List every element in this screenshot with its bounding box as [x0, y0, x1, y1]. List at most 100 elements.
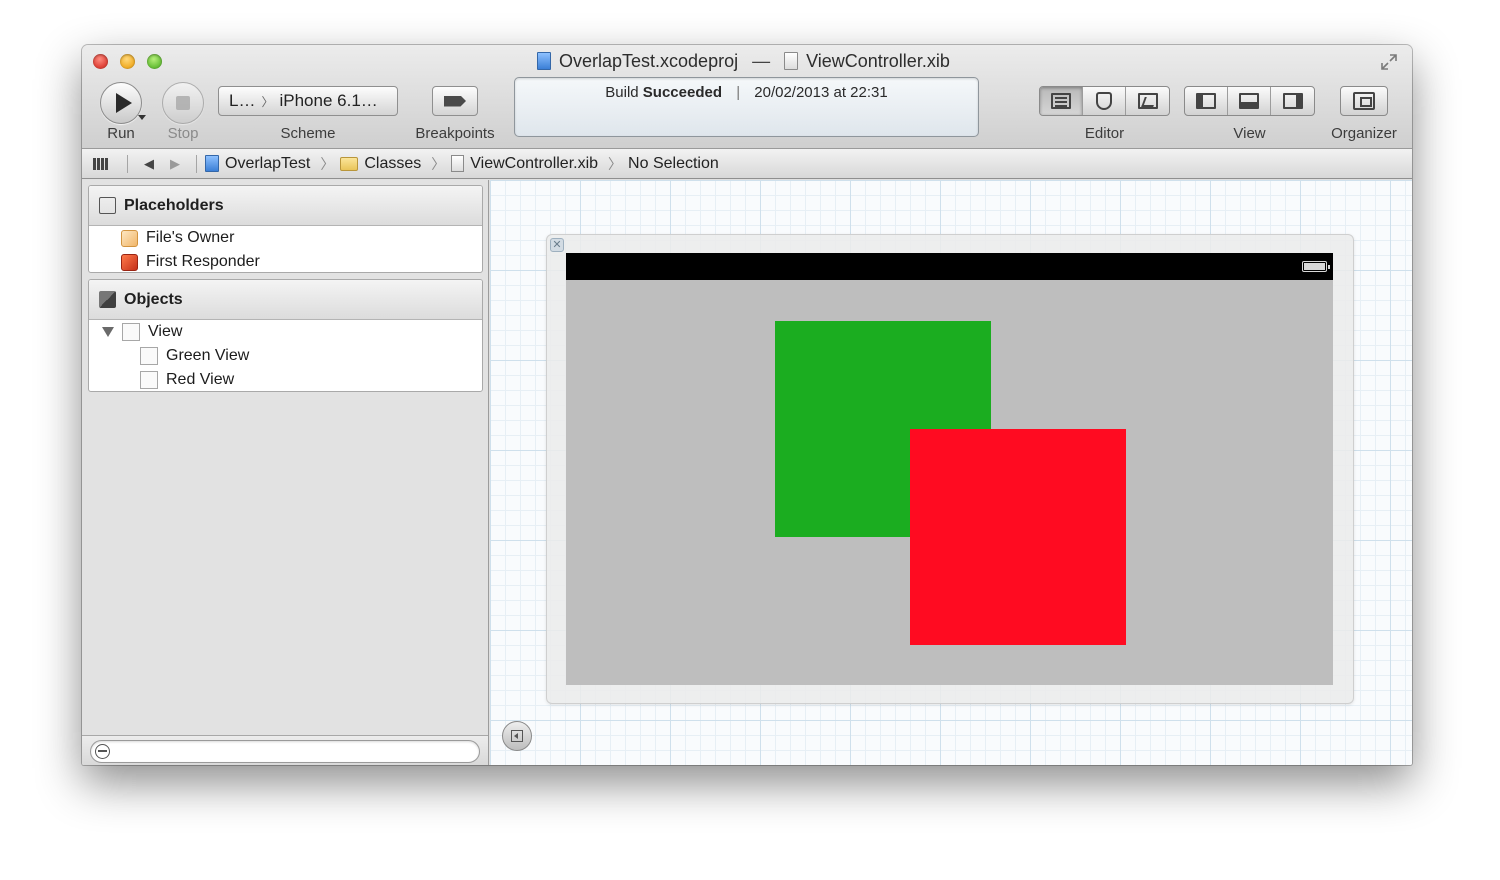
folder-icon	[340, 156, 359, 171]
run-button[interactable]	[100, 82, 142, 124]
fullscreen-icon[interactable]	[1380, 53, 1398, 71]
xib-file-icon	[784, 52, 799, 70]
root-view[interactable]	[566, 253, 1333, 685]
xcode-window: OverlapTest.xcodeproj — ViewController.x…	[82, 45, 1412, 765]
organizer-label: Organizer	[1331, 125, 1397, 142]
assistant-editor-button[interactable]	[1083, 87, 1126, 115]
outline-item-label: View	[148, 323, 183, 340]
red-view[interactable]	[910, 429, 1126, 645]
outline-item-label: Red View	[166, 371, 235, 388]
breadcrumb-separator: 〉	[431, 155, 446, 172]
run-options-caret-icon[interactable]	[138, 115, 146, 120]
simulated-status-bar	[566, 253, 1333, 280]
breadcrumb-group-label: Classes	[364, 154, 422, 172]
document-outline: Placeholders File's Owner First Responde…	[82, 180, 489, 765]
battery-icon	[1302, 261, 1330, 272]
ib-canvas[interactable]: ✕	[490, 180, 1412, 765]
first-responder-icon	[121, 253, 138, 271]
outline-item-first-responder[interactable]: First Responder	[89, 250, 482, 272]
outline-item-view[interactable]: View	[89, 320, 482, 344]
cube-filled-icon	[99, 291, 116, 308]
outline-item-green-view[interactable]: Green View	[89, 344, 482, 368]
jump-bar-divider	[196, 154, 197, 173]
scheme-popup-button[interactable]: L… 〉 iPhone 6.1…	[218, 86, 398, 116]
window-title: OverlapTest.xcodeproj — ViewController.x…	[537, 50, 950, 72]
project-file-icon	[537, 52, 551, 70]
organizer-button[interactable]	[1340, 86, 1388, 116]
xib-file-icon	[451, 155, 465, 172]
play-icon	[115, 93, 132, 113]
toggle-navigator-button[interactable]	[1185, 87, 1228, 115]
panel-toggle-icon	[511, 730, 523, 742]
standard-editor-button[interactable]	[1040, 87, 1083, 115]
scheme-label: Scheme	[280, 125, 336, 142]
minimize-window-button[interactable]	[120, 54, 135, 69]
files-owner-icon	[121, 229, 138, 247]
stop-button[interactable]	[162, 82, 204, 124]
objects-section: Objects View Green View Red View	[88, 279, 483, 392]
related-items-grid-icon[interactable]	[93, 157, 109, 170]
show-outline-toggle-button[interactable]	[502, 721, 532, 751]
build-status-divider: |	[736, 84, 741, 101]
outline-item-label: File's Owner	[146, 229, 235, 246]
breadcrumb-project-label: OverlapTest	[225, 154, 311, 172]
navigator-panel-icon	[1196, 93, 1216, 109]
toggle-utilities-button[interactable]	[1271, 87, 1314, 115]
view-icon	[140, 371, 158, 389]
close-window-button[interactable]	[93, 54, 108, 69]
outline-item-label: Green View	[166, 347, 250, 364]
version-editor-button[interactable]	[1126, 87, 1169, 115]
activity-viewer: Build Succeeded | 20/02/2013 at 22:31	[514, 77, 979, 137]
placeholders-header: Placeholders	[89, 186, 482, 226]
toolbar: OverlapTest.xcodeproj — ViewController.x…	[82, 45, 1412, 149]
breadcrumb-separator: 〉	[608, 155, 623, 172]
forward-arrow-icon[interactable]: ▶	[162, 156, 188, 172]
standard-editor-icon	[1051, 93, 1071, 109]
project-file-name: OverlapTest.xcodeproj	[559, 50, 739, 71]
jump-bar-divider	[127, 154, 128, 173]
objects-title: Objects	[124, 290, 183, 308]
view-icon	[140, 347, 158, 365]
stop-label: Stop	[167, 125, 199, 142]
version-editor-icon	[1137, 93, 1158, 109]
build-status: Build Succeeded | 20/02/2013 at 22:31	[515, 84, 978, 101]
build-timestamp: 20/02/2013 at 22:31	[754, 84, 888, 101]
toggle-debug-area-button[interactable]	[1228, 87, 1271, 115]
document-file-name: ViewController.xib	[806, 50, 950, 71]
scheme-device: iPhone 6.1…	[279, 91, 378, 110]
organizer-icon	[1353, 92, 1375, 110]
breadcrumb-selection[interactable]: No Selection	[628, 155, 719, 173]
breadcrumb-selection-label: No Selection	[628, 154, 719, 172]
title-separator: —	[752, 50, 771, 71]
view-segmented-control	[1184, 86, 1315, 116]
breakpoints-label: Breakpoints	[415, 125, 495, 142]
scheme-target: L…	[229, 91, 256, 110]
filter-icon	[95, 744, 110, 759]
outline-item-label: First Responder	[146, 253, 260, 270]
assistant-editor-icon	[1096, 92, 1112, 110]
disclosure-triangle-icon[interactable]	[102, 327, 114, 337]
view-icon	[122, 323, 140, 341]
run-label: Run	[107, 125, 135, 142]
outline-filter-input[interactable]	[90, 740, 480, 763]
editor-label: Editor	[1084, 125, 1125, 142]
breadcrumb-file-label: ViewController.xib	[470, 154, 599, 172]
breadcrumb-separator: 〉	[320, 155, 335, 172]
placeholders-title: Placeholders	[124, 196, 224, 214]
breadcrumb-file[interactable]: ViewController.xib	[451, 155, 598, 173]
breakpoints-button[interactable]	[432, 86, 478, 116]
outline-item-files-owner[interactable]: File's Owner	[89, 226, 482, 250]
breadcrumb-group[interactable]: Classes	[340, 155, 421, 173]
jump-bar: ◀ ▶ OverlapTest 〉 Classes 〉 ViewControll…	[82, 149, 1412, 179]
close-scene-icon[interactable]: ✕	[550, 238, 564, 252]
utilities-panel-icon	[1282, 93, 1303, 109]
project-icon	[205, 155, 219, 172]
back-arrow-icon[interactable]: ◀	[136, 156, 162, 172]
objects-header: Objects	[89, 280, 482, 320]
cube-outline-icon	[99, 197, 116, 214]
editor-segmented-control	[1039, 86, 1170, 116]
zoom-window-button[interactable]	[147, 54, 162, 69]
breadcrumb-project[interactable]: OverlapTest	[205, 155, 310, 173]
debug-area-icon	[1239, 93, 1259, 109]
outline-item-red-view[interactable]: Red View	[89, 368, 482, 391]
